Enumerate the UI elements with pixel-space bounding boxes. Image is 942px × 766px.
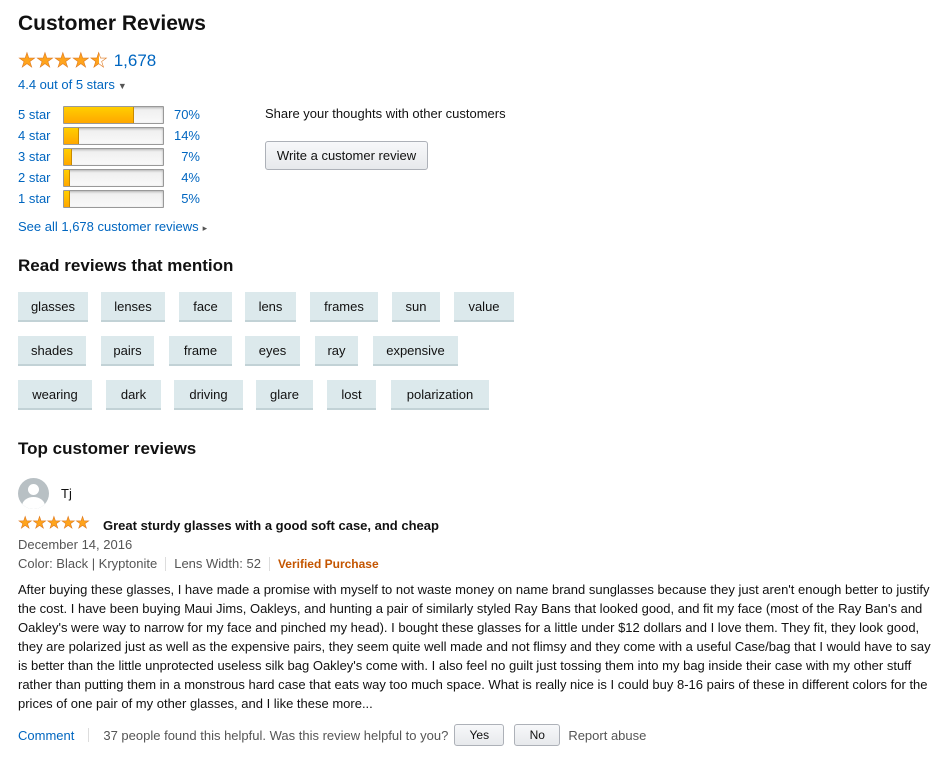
histogram-percent[interactable]: 7% [166, 149, 200, 164]
divider [268, 556, 270, 571]
histogram-star-label[interactable]: 5 star [18, 107, 63, 122]
histogram-bar-fill [64, 106, 135, 123]
see-all-reviews-text: See all 1,678 customer reviews [18, 219, 199, 234]
mention-chip[interactable]: sun [392, 292, 440, 322]
star-full-icon: ★ [18, 515, 33, 532]
mention-chip[interactable]: expensive [373, 336, 458, 366]
histogram-bar[interactable] [63, 126, 164, 145]
star-half-icon: ★ [89, 50, 108, 72]
divider [165, 556, 167, 571]
verified-purchase-badge: Verified Purchase [277, 556, 379, 571]
histogram-row[interactable]: 2 star 4% [18, 167, 200, 188]
helpful-no-button[interactable]: No [514, 724, 561, 746]
rating-summary-text: 4.4 out of 5 stars [18, 77, 115, 92]
histogram-row[interactable]: 3 star 7% [18, 146, 200, 167]
mention-chip[interactable]: lost [327, 380, 376, 410]
review-meta: Color: Black | Kryptonite Lens Width: 52… [18, 556, 379, 571]
mentions-heading: Read reviews that mention [18, 256, 234, 275]
histogram-star-label[interactable]: 4 star [18, 128, 63, 143]
mention-chip[interactable]: dark [106, 380, 161, 410]
mention-chip[interactable]: lens [245, 292, 296, 322]
review-stars[interactable]: ★ ★ ★ ★ ★ [18, 515, 90, 532]
page-title: Customer Reviews [18, 12, 206, 35]
mention-chip[interactable]: polarization [391, 380, 489, 410]
mention-chip[interactable]: frame [169, 336, 232, 366]
histogram-bar-fill [64, 169, 70, 186]
histogram-bar[interactable] [63, 168, 164, 187]
avatar[interactable] [18, 478, 49, 509]
histogram-bar[interactable] [63, 105, 164, 124]
histogram-star-label[interactable]: 3 star [18, 149, 63, 164]
mention-chip[interactable]: pairs [101, 336, 154, 366]
rating-summary-dropdown[interactable]: 4.4 out of 5 stars ▼ [18, 77, 127, 92]
caret-down-icon: ▼ [117, 81, 127, 91]
review-body: After buying these glasses, I have made … [18, 582, 931, 711]
see-all-reviews-link[interactable]: See all 1,678 customer reviews ▸ [18, 219, 207, 234]
histogram-percent[interactable]: 5% [166, 191, 200, 206]
mention-chip[interactable]: face [179, 292, 232, 322]
histogram-row[interactable]: 5 star 70% [18, 104, 200, 125]
mention-chip[interactable]: shades [18, 336, 86, 366]
star-full-icon: ★ [71, 50, 91, 72]
histogram-bar-fill [64, 190, 70, 207]
histogram-bar-fill [64, 127, 79, 144]
avatar-head-shape [28, 484, 39, 495]
star-full-icon: ★ [35, 50, 55, 72]
report-abuse-link[interactable]: Report abuse [568, 728, 646, 743]
mention-chip[interactable]: ray [315, 336, 358, 366]
write-review-button[interactable]: Write a customer review [265, 141, 428, 170]
review-footer: Comment 37 people found this helpful. Wa… [18, 724, 646, 746]
histogram-row[interactable]: 1 star 5% [18, 188, 200, 209]
histogram-star-label[interactable]: 1 star [18, 191, 63, 206]
divider [88, 728, 90, 742]
overall-rating[interactable]: ★ ★ ★ ★ ★ 1,678 [18, 50, 157, 72]
mention-chip[interactable]: glare [256, 380, 313, 410]
histogram-bar-fill [64, 148, 72, 165]
rating-count[interactable]: 1,678 [114, 51, 157, 71]
histogram-bar[interactable] [63, 189, 164, 208]
star-full-icon: ★ [32, 515, 47, 532]
histogram-row[interactable]: 4 star 14% [18, 125, 200, 146]
review-color[interactable]: Color: Black | Kryptonite [18, 556, 157, 571]
avatar-body-shape [22, 497, 45, 509]
histogram-star-label[interactable]: 2 star [18, 170, 63, 185]
mention-chip[interactable]: glasses [18, 292, 88, 322]
mention-chip[interactable]: wearing [18, 380, 92, 410]
review-lens-width: Lens Width: 52 [174, 556, 261, 571]
histogram-percent[interactable]: 14% [166, 128, 200, 143]
histogram-bar[interactable] [63, 147, 164, 166]
chevron-right-icon: ▸ [202, 223, 208, 233]
rating-histogram: 5 star 70% 4 star 14% 3 star 7% 2 star 4% 1 star… [18, 104, 200, 209]
review-title[interactable]: Great sturdy glasses with a good soft ca… [103, 518, 439, 533]
top-reviews-heading: Top customer reviews [18, 439, 197, 458]
review-date: December 14, 2016 [18, 537, 133, 552]
star-full-icon: ★ [53, 50, 73, 72]
helpful-yes-button[interactable]: Yes [454, 724, 505, 746]
star-full-icon: ★ [18, 50, 37, 72]
mention-chip[interactable]: value [454, 292, 514, 322]
mention-chip[interactable]: lenses [101, 292, 165, 322]
star-full-icon: ★ [46, 515, 62, 532]
histogram-percent[interactable]: 70% [166, 107, 200, 122]
star-full-icon: ★ [75, 515, 90, 532]
helpful-text: 37 people found this helpful. Was this r… [103, 727, 449, 743]
share-thoughts-text: Share your thoughts with other customers [265, 106, 506, 121]
comment-link[interactable]: Comment [18, 728, 74, 743]
histogram-percent[interactable]: 4% [166, 170, 200, 185]
review-author[interactable]: Tj [61, 486, 72, 501]
mention-chip[interactable]: eyes [245, 336, 300, 366]
star-full-icon: ★ [61, 515, 76, 532]
mention-chip[interactable]: driving [174, 380, 243, 410]
mention-chip[interactable]: frames [310, 292, 378, 322]
